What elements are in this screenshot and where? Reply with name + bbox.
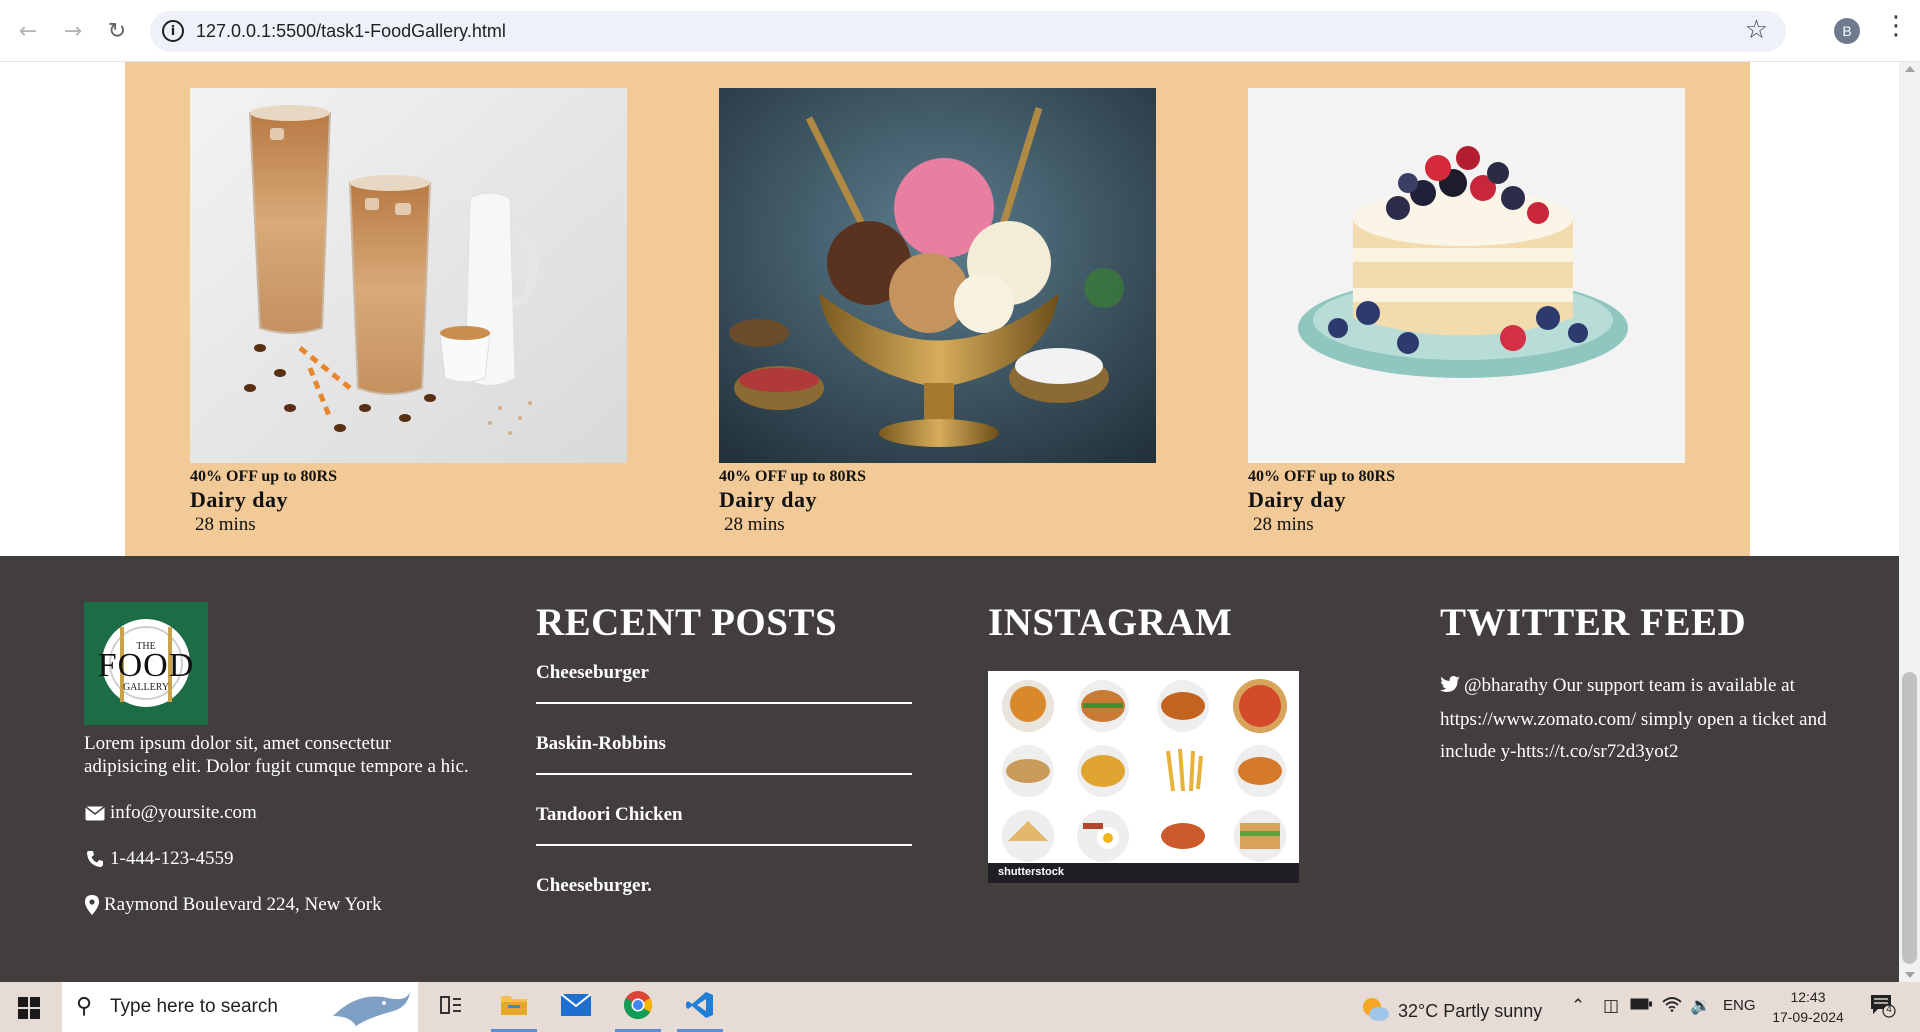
clock-time: 12:43 [1790, 989, 1826, 1005]
footer-description: Lorem ipsum dolor sit, amet consectetur … [84, 733, 469, 777]
card-offer: 40% OFF up to 80RS [719, 468, 866, 485]
food-card[interactable]: 40% OFF up to 80RS Dairy day 28 mins [719, 88, 1156, 536]
scroll-up-arrow-icon[interactable] [1905, 66, 1915, 72]
card-time: 28 mins [724, 514, 785, 535]
recent-post-link[interactable]: Cheeseburger. [536, 875, 912, 897]
tweet-body: @bharathy Our support team is available … [1440, 675, 1827, 762]
card-time: 28 mins [1253, 514, 1314, 535]
bookmark-star-icon[interactable]: ☆ [1745, 15, 1768, 45]
post-divider [536, 844, 912, 846]
chrome-icon [623, 990, 653, 1025]
card-title: Dairy day [719, 487, 817, 512]
tweet-text: @bharathy Our support team is available … [1440, 670, 1840, 768]
taskbar-search-box[interactable]: ⚲ Type here to search [62, 982, 418, 1032]
image-watermark: shutterstock [998, 866, 1065, 878]
battery-icon[interactable] [1630, 996, 1652, 1016]
card-offer: 40% OFF up to 80RS [190, 468, 337, 485]
weather-sun-cloud-icon [1360, 996, 1390, 1027]
taskbar-search-placeholder: Type here to search [110, 996, 278, 1017]
forward-button[interactable]: → [55, 13, 91, 49]
phone-icon [84, 849, 106, 869]
berry-cake-photo [1248, 88, 1685, 463]
mail-button[interactable] [549, 982, 603, 1032]
tray-overflow-icon[interactable]: ⌃ [1571, 996, 1585, 1016]
post-divider [536, 773, 912, 775]
arrow-left-icon: ← [18, 18, 38, 44]
weather-text: 32°C Partly sunny [1398, 1001, 1543, 1021]
task-view-icon [440, 995, 462, 1020]
page-viewport: 40% OFF up to 80RS Dairy day 28 mins 40%… [0, 62, 1899, 982]
logo-text-main: FOOD [97, 647, 195, 684]
card-title: Dairy day [1248, 487, 1346, 512]
food-card[interactable]: 40% OFF up to 80RS Dairy day 28 mins [190, 88, 627, 536]
map-pin-icon [84, 895, 100, 915]
browser-toolbar: ← → ↻ i 127.0.0.1:5500/task1-FoodGallery… [0, 0, 1920, 62]
volume-icon[interactable]: 🔉 [1690, 996, 1711, 1016]
taskbar-clock[interactable]: 12:43 17-09-2024 [1768, 987, 1848, 1027]
site-footer: THE FOOD GALLERY Lorem ipsum dolor sit, … [0, 556, 1899, 982]
contact-email[interactable]: info@yoursite.com [84, 802, 257, 824]
instagram-image[interactable]: shutterstock [988, 671, 1299, 883]
clock-date: 17-09-2024 [1772, 1009, 1844, 1025]
recent-posts-heading: RECENT POSTS [536, 601, 838, 644]
scroll-down-arrow-icon[interactable] [1905, 972, 1915, 978]
email-text: info@yoursite.com [110, 802, 257, 823]
language-indicator[interactable]: ENG [1723, 997, 1756, 1014]
vscode-icon [686, 991, 714, 1024]
instagram-image-watermark-bar: shutterstock [988, 863, 1299, 883]
url-text[interactable]: 127.0.0.1:5500/task1-FoodGallery.html [196, 21, 506, 42]
instagram-heading: INSTAGRAM [988, 601, 1233, 644]
recent-post-link[interactable]: Baskin-Robbins [536, 733, 912, 755]
card-title: Dairy day [190, 487, 288, 512]
food-card[interactable]: 40% OFF up to 80RS Dairy day 28 mins [1248, 88, 1685, 536]
search-highlight-icon [328, 986, 412, 1032]
vscode-button[interactable] [673, 982, 727, 1032]
site-logo[interactable]: THE FOOD GALLERY [84, 602, 208, 725]
recent-post-link[interactable]: Cheeseburger [536, 662, 912, 684]
file-explorer-button[interactable] [487, 982, 541, 1032]
arrow-right-icon: → [63, 18, 83, 44]
card-time: 28 mins [195, 514, 256, 535]
browser-menu-icon[interactable]: ⋮ [1883, 13, 1909, 39]
meet-now-icon[interactable]: ◫ [1603, 996, 1619, 1016]
page-scrollbar[interactable] [1899, 62, 1920, 982]
scrollbar-thumb[interactable] [1902, 672, 1917, 964]
back-button[interactable]: ← [10, 13, 46, 49]
card-offer: 40% OFF up to 80RS [1248, 468, 1395, 485]
recent-post-link[interactable]: Tandoori Chicken [536, 804, 912, 826]
weather-widget[interactable]: 32°C Partly sunny [1360, 996, 1542, 1027]
task-view-button[interactable] [424, 982, 478, 1032]
windows-start-icon[interactable] [18, 997, 40, 1019]
reload-button[interactable]: ↻ [99, 13, 135, 49]
chrome-button[interactable] [611, 982, 665, 1032]
address-bar[interactable]: i 127.0.0.1:5500/task1-FoodGallery.html … [150, 11, 1786, 52]
reload-icon: ↻ [107, 18, 127, 44]
notification-center-icon[interactable]: 4 [1870, 994, 1896, 1018]
folder-icon [500, 993, 528, 1022]
post-divider [536, 702, 912, 704]
address-text: Raymond Boulevard 224, New York [104, 894, 382, 915]
food-cards-section: 40% OFF up to 80RS Dairy day 28 mins 40%… [125, 62, 1750, 556]
windows-taskbar: ⚲ Type here to search 32°C Partly sunny … [0, 982, 1920, 1032]
iced-coffee-photo [190, 88, 627, 463]
notification-count: 4 [1886, 1004, 1892, 1015]
ice-cream-bowl-photo [719, 88, 1156, 463]
contact-address[interactable]: Raymond Boulevard 224, New York [84, 894, 382, 916]
profile-avatar[interactable]: B [1834, 18, 1860, 44]
search-icon: ⚲ [76, 994, 93, 1019]
logo-text-bottom: GALLERY [122, 682, 170, 693]
site-info-icon[interactable]: i [162, 20, 184, 42]
envelope-icon [84, 803, 106, 823]
mail-icon [560, 992, 592, 1021]
wifi-icon[interactable] [1662, 996, 1682, 1017]
contact-phone[interactable]: 1-444-123-4559 [84, 848, 233, 870]
twitter-bird-icon [1440, 672, 1460, 704]
phone-text: 1-444-123-4559 [110, 848, 234, 869]
twitter-feed-heading: TWITTER FEED [1440, 601, 1747, 644]
